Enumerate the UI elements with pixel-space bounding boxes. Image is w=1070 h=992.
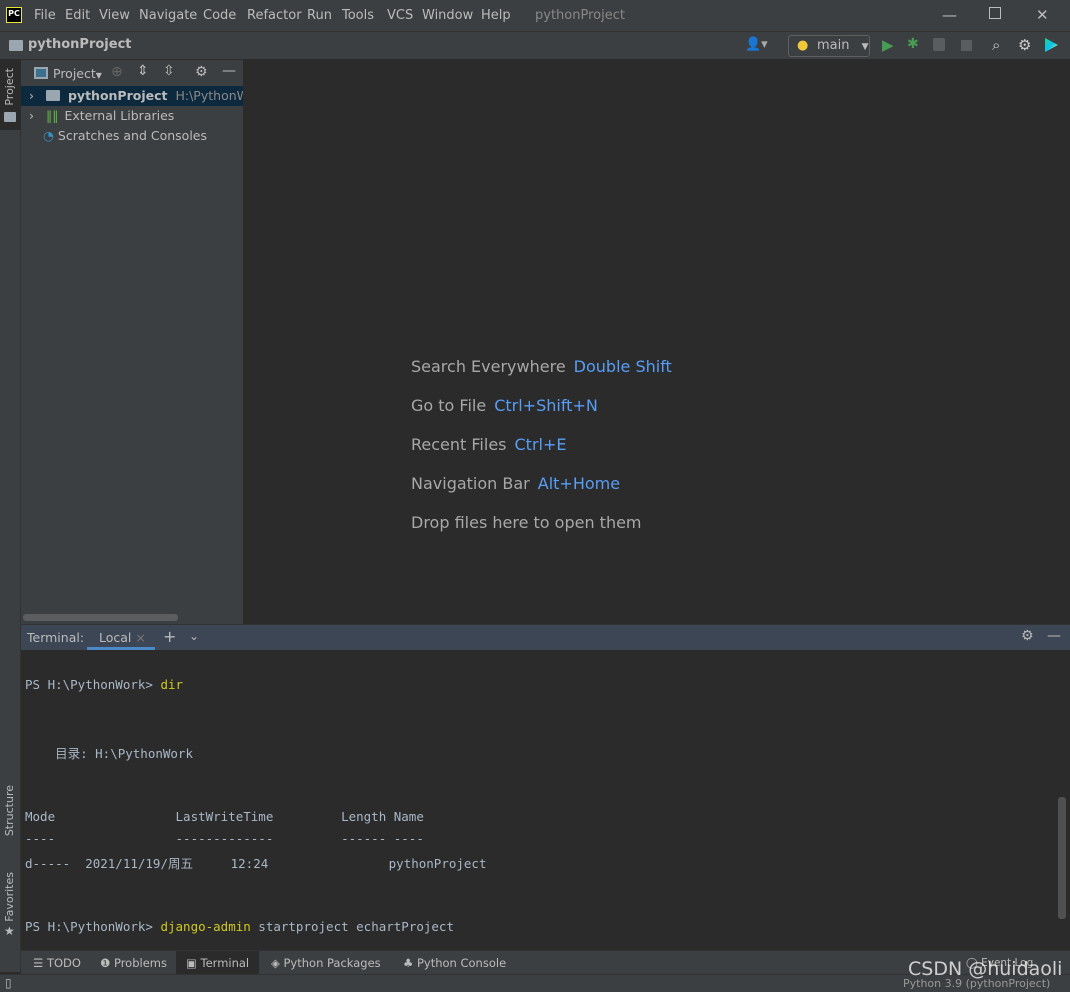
- menu-code[interactable]: Code: [203, 8, 236, 23]
- window-title: pythonProject: [535, 8, 625, 23]
- menu-file[interactable]: File: [34, 8, 56, 23]
- tool-tab-project[interactable]: Project: [0, 60, 21, 130]
- libraries-icon: ‖‖: [45, 108, 59, 123]
- stop-icon[interactable]: [961, 40, 972, 51]
- terminal-line: PS H:\PythonWork> dir: [25, 677, 184, 692]
- toggle-tool-windows-icon[interactable]: ▯: [5, 976, 12, 990]
- tree-item-pythonproject[interactable]: › pythonProject H:\PythonWork: [21, 86, 243, 106]
- chevron-right-icon: ›: [29, 108, 34, 123]
- star-icon: ★: [4, 924, 15, 938]
- title-bar: PC File Edit View Navigate Code Refactor…: [0, 0, 1070, 32]
- run-config-label: main: [817, 38, 850, 53]
- terminal-tab-local[interactable]: Local ×: [87, 625, 155, 650]
- project-view-select[interactable]: Project▼: [53, 66, 102, 81]
- coverage-icon[interactable]: [933, 38, 945, 51]
- menu-vcs[interactable]: VCS: [387, 8, 413, 23]
- run-config-select[interactable]: ● main ▼: [788, 35, 870, 57]
- navigation-bar: pythonProject 👤▾ ● main ▼ ▶ ✱ ⌕ ⚙: [0, 32, 1070, 60]
- menu-edit[interactable]: Edit: [65, 8, 90, 23]
- terminal-line: ---- ------------- ------ ----: [25, 831, 424, 846]
- tab-python-console[interactable]: ♣ Python Console: [393, 951, 516, 975]
- collapse-all-icon[interactable]: ⇳: [163, 63, 175, 79]
- menu-window[interactable]: Window: [422, 8, 473, 23]
- favorites-tab-label: Favorites: [3, 872, 16, 922]
- terminal-line: d----- 2021/11/19/周五 12:24 pythonProject: [25, 856, 487, 871]
- folder-icon: [45, 90, 60, 101]
- editor-empty-area: Search Everywhere Double Shift Go to File…: [243, 60, 1070, 624]
- project-pane: Project▼ ⊕ ⇕ ⇳ ⚙ — › pythonProject H:\Py…: [21, 60, 243, 624]
- terminal-title: Terminal:: [27, 630, 85, 645]
- project-toolbar: Project▼ ⊕ ⇕ ⇳ ⚙ —: [21, 60, 243, 86]
- search-icon[interactable]: ⌕: [992, 36, 1000, 54]
- scratches-icon: ◔: [43, 128, 54, 143]
- tool-tab-favorites[interactable]: Favorites ★: [0, 872, 21, 942]
- terminal-output[interactable]: PS H:\PythonWork> dir 目录: H:\PythonWork …: [21, 650, 1070, 950]
- hint-drop-files: Drop files here to open them: [411, 513, 642, 532]
- menu-run[interactable]: Run: [307, 8, 332, 23]
- minimize-button[interactable]: —: [942, 6, 957, 24]
- chevron-right-icon: ›: [29, 88, 34, 103]
- breadcrumb[interactable]: pythonProject: [28, 37, 132, 52]
- tree-item-external-libraries[interactable]: › ‖‖ External Libraries: [21, 106, 243, 126]
- tree-item-scratches[interactable]: ◔ Scratches and Consoles: [21, 126, 243, 146]
- menu-help[interactable]: Help: [481, 8, 511, 23]
- new-terminal-icon[interactable]: +: [163, 627, 176, 646]
- terminal-header: Terminal: Local × + ⌄ ⚙ —: [21, 624, 1070, 650]
- tree-item-label: pythonProject: [67, 88, 168, 103]
- project-tab-label: Project: [3, 68, 16, 106]
- chevron-down-icon: ▼: [861, 42, 869, 52]
- gear-icon[interactable]: ⚙: [1021, 628, 1034, 644]
- close-tab-icon[interactable]: ×: [135, 630, 145, 645]
- pycharm-logo: PC: [6, 7, 22, 23]
- gear-icon[interactable]: ⚙: [195, 64, 208, 80]
- terminal-line: PS H:\PythonWork> django-admin startproj…: [25, 919, 454, 934]
- hide-icon[interactable]: —: [1047, 628, 1061, 644]
- chevron-down-icon[interactable]: ⌄: [189, 629, 199, 643]
- terminal-line: 目录: H:\PythonWork: [25, 746, 193, 761]
- project-view-label: Project: [53, 66, 96, 81]
- expand-all-icon[interactable]: ⇕: [137, 63, 149, 79]
- jetbrains-toolbox-icon[interactable]: [1045, 38, 1058, 52]
- settings-icon[interactable]: ⚙: [1018, 36, 1031, 54]
- vcs-user-icon[interactable]: 👤▾: [745, 37, 768, 52]
- menu-tools[interactable]: Tools: [342, 8, 374, 23]
- terminal-line: Mode LastWriteTime Length Name: [25, 809, 424, 824]
- project-view-icon: [34, 67, 48, 79]
- tab-python-packages[interactable]: ◈ Python Packages: [261, 951, 391, 975]
- folder-icon: [4, 112, 16, 122]
- tree-item-label: External Libraries: [64, 108, 175, 123]
- tab-problems[interactable]: ❶ Problems: [90, 951, 177, 975]
- menu-navigate[interactable]: Navigate: [139, 8, 197, 23]
- menu-refactor[interactable]: Refactor: [247, 8, 302, 23]
- run-icon[interactable]: ▶: [882, 36, 894, 54]
- tool-tab-structure[interactable]: Structure: [0, 785, 21, 855]
- tree-item-path: H:\PythonWork: [175, 88, 243, 103]
- folder-icon: [9, 40, 23, 51]
- tab-terminal[interactable]: ▣ Terminal: [176, 951, 260, 975]
- python-icon: ●: [797, 38, 809, 53]
- hide-icon[interactable]: —: [222, 63, 236, 79]
- locate-icon[interactable]: ⊕: [111, 64, 123, 80]
- left-tool-strip: Project Structure Favorites ★: [0, 60, 21, 972]
- hint-go-to-file: Go to File Ctrl+Shift+N: [411, 396, 598, 415]
- watermark: CSDN @huidaoli: [908, 958, 1063, 980]
- horizontal-scrollbar[interactable]: [23, 614, 178, 621]
- hint-navigation-bar: Navigation Bar Alt+Home: [411, 474, 621, 493]
- tree-item-label: Scratches and Consoles: [57, 128, 208, 143]
- hint-search-everywhere: Search Everywhere Double Shift: [411, 357, 672, 376]
- menu-view[interactable]: View: [99, 8, 130, 23]
- hint-recent-files: Recent Files Ctrl+E: [411, 435, 567, 454]
- debug-icon[interactable]: ✱: [907, 36, 919, 52]
- tab-todo[interactable]: ☰ TODO: [23, 951, 91, 975]
- structure-tab-label: Structure: [3, 785, 16, 837]
- maximize-button[interactable]: [989, 7, 1001, 19]
- vertical-scrollbar[interactable]: [1058, 797, 1066, 919]
- tab-label: Local: [99, 630, 132, 645]
- close-button[interactable]: ✕: [1036, 6, 1049, 24]
